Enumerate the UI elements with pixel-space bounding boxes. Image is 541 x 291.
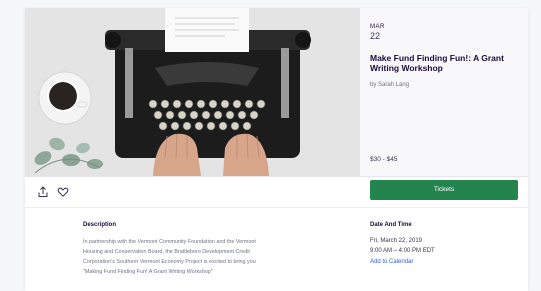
event-info-panel: MAR 22 Make Fund Finding Fun!: A Grant W… <box>360 8 528 176</box>
event-title: Make Fund Finding Fun!: A Grant Writing … <box>370 53 504 73</box>
event-price: $30 - $45 <box>370 156 398 163</box>
event-date: Fri, March 22, 2019 <box>370 238 423 244</box>
description-body: In partnership with the Vermont Communit… <box>83 237 328 277</box>
heart-icon[interactable] <box>57 185 69 197</box>
event-organizer[interactable]: by Sarah Lang <box>370 82 409 88</box>
event-day: 22 <box>370 31 381 41</box>
description-line: In partnership with the Vermont Communit… <box>83 239 256 245</box>
event-card: MAR 22 Make Fund Finding Fun!: A Grant W… <box>25 8 528 291</box>
typewriter-illustration <box>25 8 360 176</box>
event-month: MAR <box>370 24 385 30</box>
share-icon[interactable] <box>37 185 49 197</box>
event-time: 9:00 AM – 4:00 PM EDT <box>370 248 435 254</box>
event-page: MAR 22 Make Fund Finding Fun!: A Grant W… <box>0 0 541 291</box>
tickets-button[interactable]: Tickets <box>370 180 518 200</box>
description-line: "Making Fund Finding Fun! A Grant Writin… <box>83 269 213 275</box>
description-heading: Description <box>83 222 117 228</box>
description-line: Corporation's Southern Vermont Economy P… <box>83 259 256 265</box>
add-to-calendar-link[interactable]: Add to Calendar <box>370 259 413 265</box>
description-line: Housing and Conservation Board, the Brat… <box>83 249 250 255</box>
date-time-heading: Date And Time <box>370 222 412 228</box>
event-action-bar: Tickets <box>25 176 528 208</box>
event-hero-image <box>25 8 360 176</box>
